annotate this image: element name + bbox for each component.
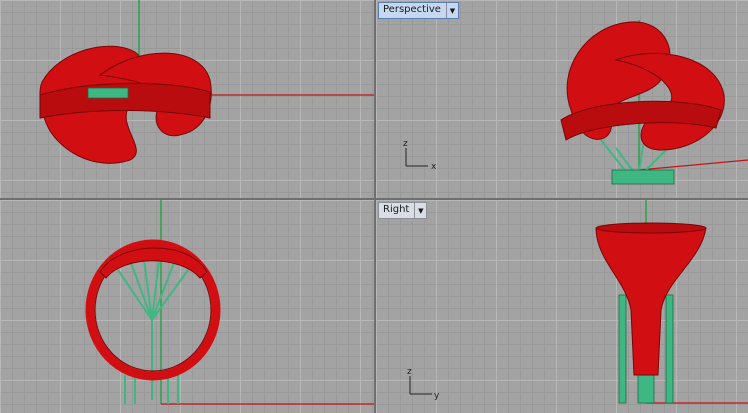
viewport-tab-perspective[interactable]: Perspective ▼: [378, 2, 459, 19]
axis-z-label: z: [403, 139, 408, 149]
ring-model-perspective: [560, 21, 725, 151]
viewport-label: Right: [383, 204, 410, 215]
viewport-right[interactable]: Right ▼ y z: [376, 200, 748, 413]
axis-y-label: y: [434, 391, 440, 401]
chevron-down-icon[interactable]: ▼: [445, 3, 458, 18]
viewport-tab-right[interactable]: Right ▼: [378, 202, 428, 219]
support-tree: [117, 251, 189, 404]
viewport-top-canvas: [39, 0, 374, 164]
viewport-front-canvas: [85, 200, 374, 405]
viewport-right-canvas: y z: [407, 200, 748, 404]
viewport-label: Perspective: [383, 4, 441, 15]
viewport-perspective[interactable]: Perspective ▼ x z: [376, 0, 748, 198]
support-base: [611, 169, 675, 185]
viewport-layout: Perspective ▼ x z Right ▼ y z: [0, 0, 748, 413]
axis-x-label: x: [431, 162, 437, 172]
ring-model-right: [595, 227, 707, 376]
ring-model-top: [39, 45, 212, 164]
viewport-front[interactable]: [0, 200, 374, 413]
axis-gizmo: [409, 376, 432, 395]
axis-z-label: z: [407, 367, 412, 377]
viewport-top[interactable]: [0, 0, 374, 198]
axis-gizmo: [405, 148, 428, 167]
support-stubs: [87, 87, 129, 99]
viewport-perspective-canvas: x z: [403, 20, 748, 185]
chevron-down-icon[interactable]: ▼: [414, 203, 426, 218]
